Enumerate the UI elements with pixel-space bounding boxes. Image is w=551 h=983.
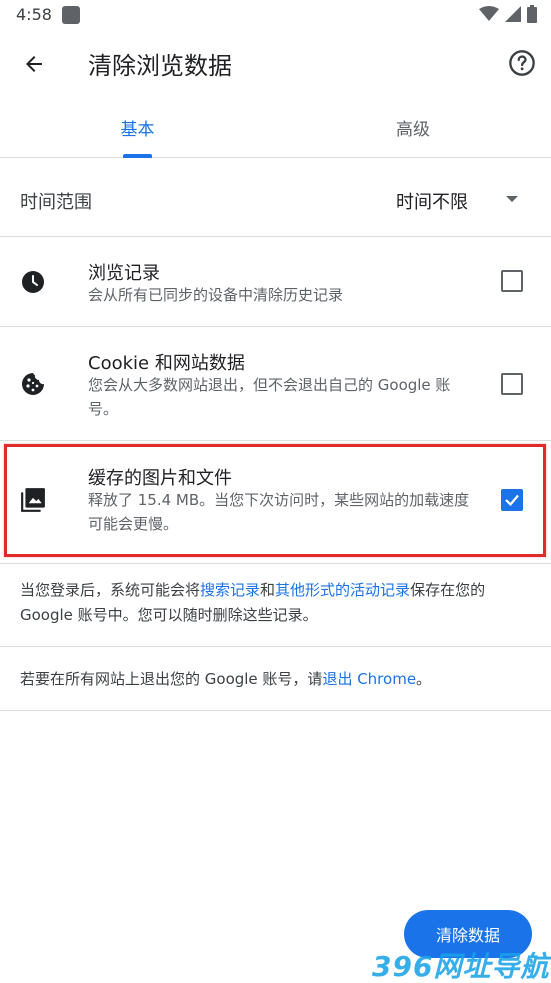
divider	[0, 646, 551, 647]
help-button[interactable]	[507, 48, 537, 78]
clock-icon	[20, 269, 46, 295]
image-icon	[20, 487, 46, 513]
watermark-logo: 396网址导航	[372, 950, 550, 983]
tab-advanced[interactable]: 高级	[275, 96, 551, 158]
other-activity-link[interactable]: 其他形式的活动记录	[275, 581, 410, 599]
time-range-label: 时间范围	[20, 192, 92, 213]
item-description: 会从所有已同步的设备中清除历史记录	[88, 286, 344, 304]
item-description: 您会从大多数网站退出，但不会退出自己的 Google 账号。	[88, 376, 451, 418]
search-history-link[interactable]: 搜索记录	[200, 581, 260, 599]
signal-icon	[505, 6, 521, 22]
sign-out-info: 若要在所有网站上退出您的 Google 账号，请退出 Chrome。	[20, 667, 530, 692]
battery-icon	[527, 5, 537, 23]
status-icons	[479, 5, 537, 23]
item-title: 缓存的图片和文件	[88, 468, 232, 489]
info-text: 当您登录后，系统可能会将	[20, 581, 201, 599]
cookie-icon	[20, 371, 46, 397]
browsing-history-checkbox[interactable]	[501, 270, 523, 292]
item-title: 浏览记录	[88, 263, 160, 284]
info-text: 若要在所有网站上退出您的 Google 账号，请	[20, 670, 323, 688]
browsing-history-option[interactable]: 浏览记录 会从所有已同步的设备中清除历史记录	[0, 237, 551, 327]
divider	[0, 563, 551, 564]
sign-out-chrome-link[interactable]: 退出 Chrome	[322, 670, 416, 688]
time-range-dropdown[interactable]: 时间不限	[396, 188, 468, 214]
arrow-back-icon	[26, 56, 42, 72]
time-range-row[interactable]: 时间范围 时间不限	[0, 159, 551, 237]
check-icon	[505, 494, 519, 507]
tab-basic[interactable]: 基本	[0, 96, 275, 158]
divider	[0, 710, 551, 711]
cached-images-option[interactable]: 缓存的图片和文件 释放了 15.4 MB。当您下次访问时，某些网站的加载速度可能…	[0, 441, 551, 563]
cookies-checkbox[interactable]	[501, 373, 523, 395]
item-description: 释放了 15.4 MB。当您下次访问时，某些网站的加载速度可能会更慢。	[88, 491, 470, 533]
cookies-option[interactable]: Cookie 和网站数据 您会从大多数网站退出，但不会退出自己的 Google …	[0, 327, 551, 441]
page-title: 清除浏览数据	[88, 52, 232, 80]
info-text: 和	[260, 581, 276, 599]
item-title: Cookie 和网站数据	[88, 353, 245, 374]
notification-icon	[62, 6, 80, 24]
wifi-icon	[479, 6, 499, 21]
info-text: 。	[416, 670, 432, 688]
cached-images-checkbox[interactable]	[501, 489, 523, 511]
status-time: 4:58	[16, 5, 52, 24]
back-button[interactable]	[16, 46, 52, 82]
tab-bar: 基本 高级	[0, 96, 551, 158]
tab-indicator	[123, 154, 152, 158]
help-icon	[509, 50, 535, 76]
status-bar: 4:58	[0, 0, 551, 30]
dropdown-arrow-icon[interactable]	[506, 196, 518, 202]
account-activity-info: 当您登录后，系统可能会将搜索记录和其他形式的活动记录保存在您的 Google 账…	[20, 578, 530, 628]
app-bar: 清除浏览数据	[0, 30, 551, 96]
